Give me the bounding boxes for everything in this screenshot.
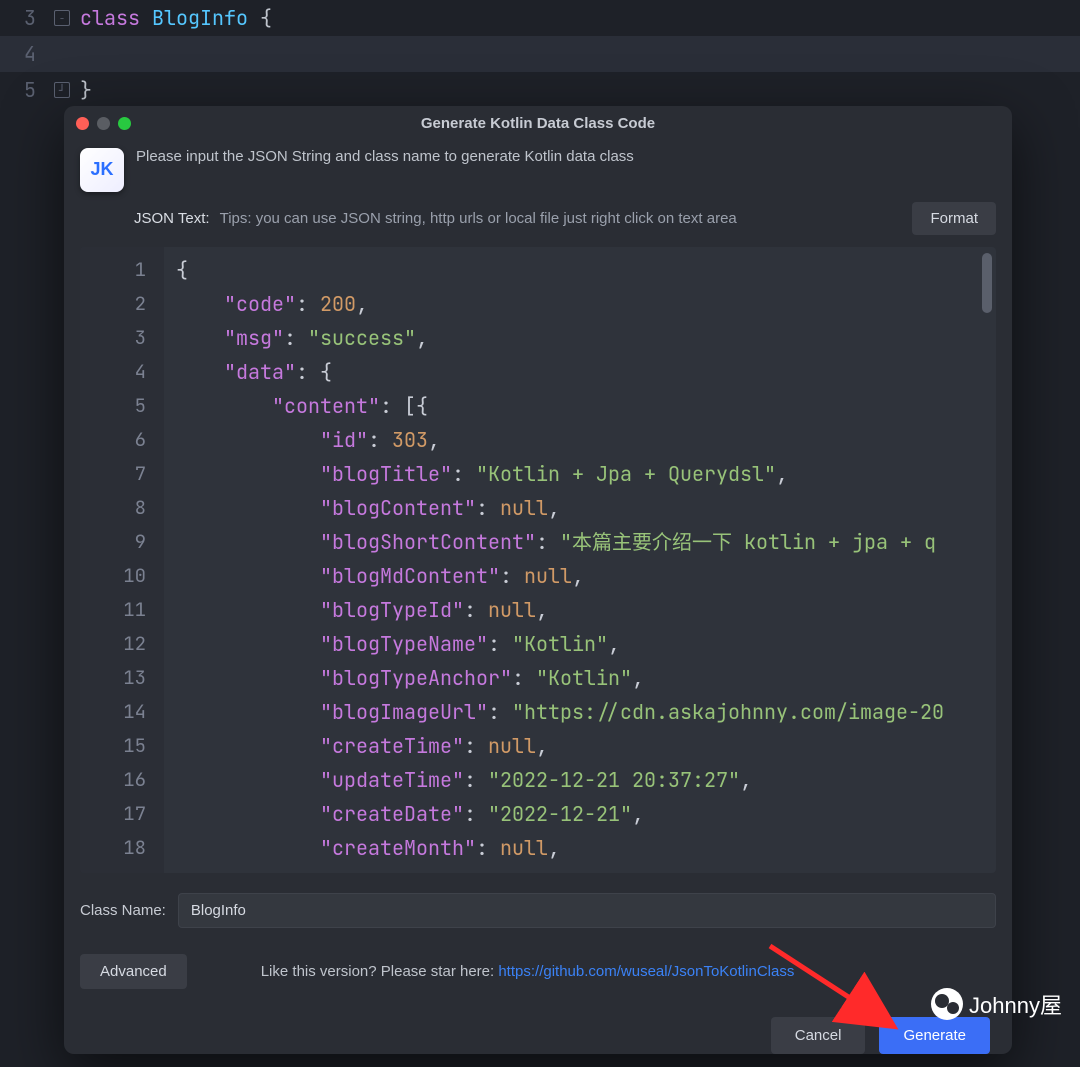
json-gutter: 123456789101112131415161718	[80, 247, 164, 873]
advanced-button[interactable]: Advanced	[80, 954, 187, 989]
classname-input[interactable]	[178, 893, 996, 928]
line-number: 3	[0, 5, 44, 31]
star-text: Like this version? Please star here: htt…	[261, 963, 795, 980]
brace: {	[260, 5, 272, 31]
brace: }	[80, 77, 92, 103]
watermark-text: Johnny屋	[969, 988, 1062, 1020]
fold-end-icon[interactable]: ┘	[54, 82, 70, 98]
app-icon: JK	[80, 148, 124, 192]
json-text-tips: Tips: you can use JSON string, http urls…	[220, 210, 903, 227]
line-number: 4	[0, 41, 44, 67]
keyword: class	[80, 5, 140, 31]
fold-icon[interactable]: −	[54, 10, 70, 26]
watermark: Johnny屋	[931, 988, 1062, 1020]
dialog-instruction: Please input the JSON String and class n…	[136, 148, 996, 165]
dialog-title: Generate Kotlin Data Class Code	[64, 115, 1012, 132]
json-text-label: JSON Text:	[134, 210, 210, 227]
scrollbar-thumb[interactable]	[982, 253, 992, 313]
titlebar: Generate Kotlin Data Class Code	[64, 106, 1012, 142]
cancel-button[interactable]: Cancel	[771, 1017, 866, 1054]
star-link[interactable]: https://github.com/wuseal/JsonToKotlinCl…	[498, 963, 794, 980]
generate-button[interactable]: Generate	[879, 1017, 990, 1054]
format-button[interactable]: Format	[912, 202, 996, 235]
json-body[interactable]: { "code": 200, "msg": "success", "data":…	[164, 247, 996, 873]
class-name: BlogInfo	[152, 5, 248, 31]
generate-dialog: Generate Kotlin Data Class Code JK Pleas…	[64, 106, 1012, 1054]
json-editor[interactable]: 123456789101112131415161718 { "code": 20…	[80, 247, 996, 873]
line-number: 5	[0, 77, 44, 103]
wechat-icon	[931, 988, 963, 1020]
star-prefix: Like this version? Please star here:	[261, 963, 499, 980]
classname-label: Class Name:	[80, 902, 166, 919]
